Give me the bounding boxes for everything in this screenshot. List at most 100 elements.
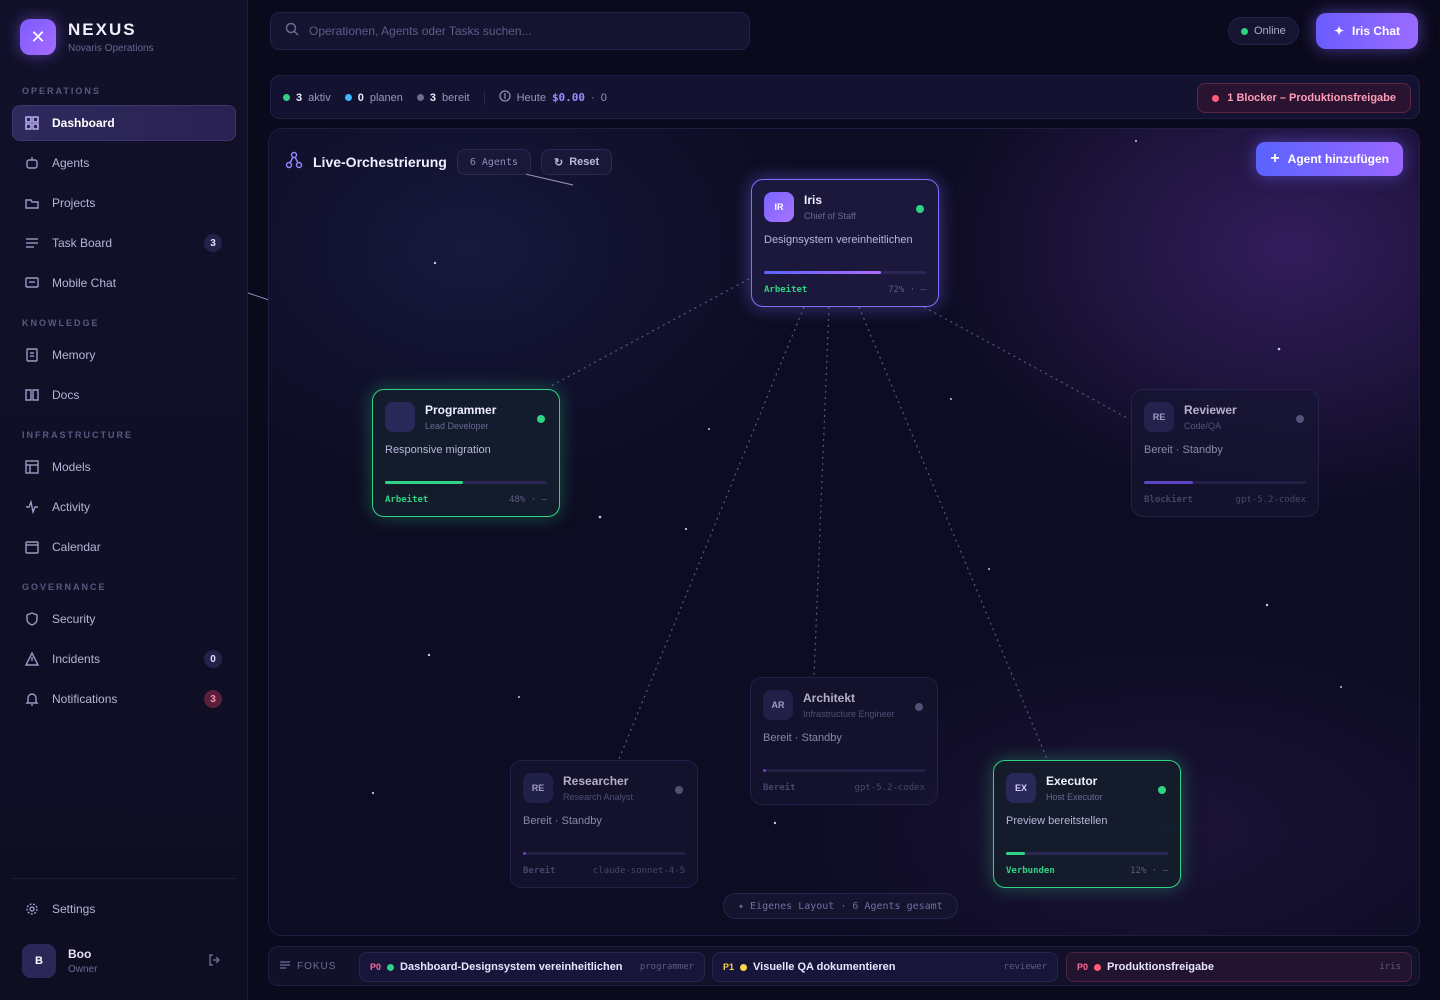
agent-task: Preview bereitstellen — [1006, 815, 1108, 827]
nav-section-governance: GOVERNANCE — [22, 582, 107, 592]
agent-status-dot — [537, 415, 545, 423]
agent-meta: 12% · — — [1130, 866, 1168, 876]
sidebar-item-incidents[interactable]: Incidents 0 — [12, 641, 236, 677]
blocker-alert[interactable]: 1 Blocker – Produktionsfreigabe — [1197, 83, 1411, 113]
sidebar-item-mobile-chat[interactable]: Mobile Chat — [12, 265, 236, 301]
user-profile[interactable]: B Boo Owner — [22, 944, 97, 978]
dashboard-icon — [24, 115, 40, 131]
agent-card-reviewer[interactable]: RE Reviewer Code/QA Bereit · Standby Blo… — [1131, 389, 1319, 517]
nav-section-operations: OPERATIONS — [22, 86, 101, 96]
ready-count: 3 — [429, 91, 437, 104]
sidebar-item-label: Incidents — [52, 652, 101, 666]
agent-card-programmer[interactable]: Programmer Lead Developer Responsive mig… — [372, 389, 560, 517]
agent-progress-fill — [385, 481, 463, 484]
canvas-title: Live-Orchestrierung — [313, 154, 447, 170]
iris-chat-button[interactable]: ✦ Iris Chat — [1316, 13, 1418, 49]
agent-avatar — [385, 402, 415, 432]
status-bar: 3 aktiv 0 planen 3 bereit Heute $0.00 · 0 1… — [270, 75, 1420, 119]
agent-status-dot — [915, 703, 923, 711]
sidebar-item-task-board[interactable]: Task Board 3 — [12, 225, 236, 261]
task-board-badge: 3 — [204, 234, 222, 252]
agent-name: Researcher — [563, 774, 629, 788]
add-agent-button[interactable]: + Agent hinzufügen — [1256, 142, 1403, 176]
sidebar-item-label: Mobile Chat — [52, 276, 117, 290]
agent-card-architekt[interactable]: AR Architekt Infrastructure Engineer Ber… — [750, 677, 938, 805]
status-active[interactable]: 3 aktiv — [283, 92, 331, 104]
agent-role: Infrastructure Engineer — [803, 709, 895, 719]
focus-dot — [387, 963, 395, 971]
agent-role: Code/QA — [1184, 421, 1222, 431]
focus-item[interactable]: P0 Produktionsfreigabe iris — [1066, 952, 1412, 982]
nav-section-knowledge: KNOWLEDGE — [22, 318, 100, 328]
focus-item[interactable]: P1 Visuelle QA dokumentieren reviewer — [712, 952, 1058, 982]
agent-task: Bereit · Standby — [1144, 444, 1223, 456]
sidebar-item-notifications[interactable]: Notifications 3 — [12, 681, 236, 717]
search-bar[interactable] — [270, 12, 750, 50]
sidebar-item-docs[interactable]: Docs — [12, 377, 236, 413]
focus-label: FOKUS — [279, 959, 336, 974]
focus-title: Visuelle QA dokumentieren — [753, 961, 896, 973]
sidebar: ✕ NEXUS Novaris Operations OPERATIONS Da… — [0, 0, 248, 1000]
agent-progress — [763, 769, 925, 772]
agent-meta: claude-sonnet-4-5 — [592, 866, 685, 876]
logout-icon[interactable] — [208, 953, 222, 972]
status-ready[interactable]: 3 bereit — [416, 91, 470, 104]
sidebar-item-settings[interactable]: Settings — [12, 891, 236, 927]
sidebar-item-activity[interactable]: Activity — [12, 489, 236, 525]
taskboard-icon — [24, 235, 40, 251]
plus-icon: + — [1270, 150, 1280, 167]
sidebar-item-projects[interactable]: Projects — [12, 185, 236, 221]
status-counts: 3 aktiv 0 planen 3 bereit Heute $0.00 · 0 — [283, 90, 607, 105]
agent-card-executor[interactable]: EX Executor Host Executor Preview bereit… — [993, 760, 1181, 888]
focus-label-text: FOKUS — [297, 961, 337, 972]
focus-title: Dashboard-Designsystem vereinheitlichen — [400, 961, 623, 973]
agent-task: Bereit · Standby — [523, 815, 602, 827]
iris-chat-label: Iris Chat — [1352, 24, 1401, 38]
today-label: Heute — [516, 91, 546, 104]
layout-info-chip: ✦ Eigenes Layout · 6 Agents gesamt — [723, 893, 958, 919]
agent-card-researcher[interactable]: RE Researcher Research Analyst Bereit · … — [510, 760, 698, 888]
planning-count: 0 — [357, 91, 364, 104]
agent-progress — [1006, 852, 1168, 855]
focus-dot — [740, 963, 748, 971]
brand-logo-icon: ✕ — [20, 19, 56, 55]
shield-icon — [24, 611, 40, 627]
sidebar-item-security[interactable]: Security — [12, 601, 236, 637]
agent-card-iris[interactable]: IR Iris Chief of Staff Designsystem vere… — [751, 179, 939, 307]
warning-icon — [24, 651, 40, 667]
focus-dot — [1094, 963, 1102, 971]
brand[interactable]: ✕ NEXUS Novaris Operations — [20, 19, 154, 55]
status-planning[interactable]: 0 planen — [344, 91, 403, 104]
layout-icon: ✦ — [738, 900, 745, 912]
sidebar-item-memory[interactable]: Memory — [12, 337, 236, 373]
sidebar-item-label: Dashboard — [52, 116, 115, 130]
sidebar-item-label: Settings — [52, 902, 96, 916]
online-dot — [1241, 27, 1248, 35]
agent-name: Architekt — [803, 691, 856, 705]
sidebar-item-calendar[interactable]: Calendar — [12, 529, 236, 565]
agent-progress — [764, 271, 926, 274]
agent-progress — [523, 852, 685, 855]
reset-button[interactable]: ↻ Reset — [541, 149, 613, 175]
sidebar-item-dashboard[interactable]: Dashboard — [12, 105, 236, 141]
agent-status-dot — [916, 205, 924, 213]
agent-progress-fill — [764, 271, 881, 274]
sidebar-item-label: Security — [52, 612, 96, 626]
sidebar-item-models[interactable]: Models — [12, 449, 236, 485]
sidebar-item-label: Models — [52, 460, 91, 474]
brand-name: NEXUS — [68, 20, 137, 39]
agent-avatar: RE — [1144, 402, 1174, 432]
agent-meta: gpt-5.2-codex — [1235, 495, 1306, 505]
active-dot — [283, 94, 290, 101]
sidebar-item-agents[interactable]: Agents — [12, 145, 236, 181]
add-agent-label: Agent hinzufügen — [1287, 152, 1389, 166]
focus-priority: P0 — [370, 962, 382, 972]
focus-item[interactable]: P0 Dashboard-Designsystem vereinheitlich… — [359, 952, 705, 982]
agent-name: Iris — [804, 193, 823, 207]
blocker-dot — [1212, 94, 1220, 102]
search-input[interactable] — [309, 24, 729, 38]
reset-icon: ↻ — [554, 156, 564, 169]
agent-name: Reviewer — [1184, 403, 1237, 417]
orchestration-canvas[interactable]: Live-Orchestrierung 6 Agents ↻ Reset + A… — [268, 128, 1420, 936]
agent-task: Responsive migration — [385, 444, 491, 456]
